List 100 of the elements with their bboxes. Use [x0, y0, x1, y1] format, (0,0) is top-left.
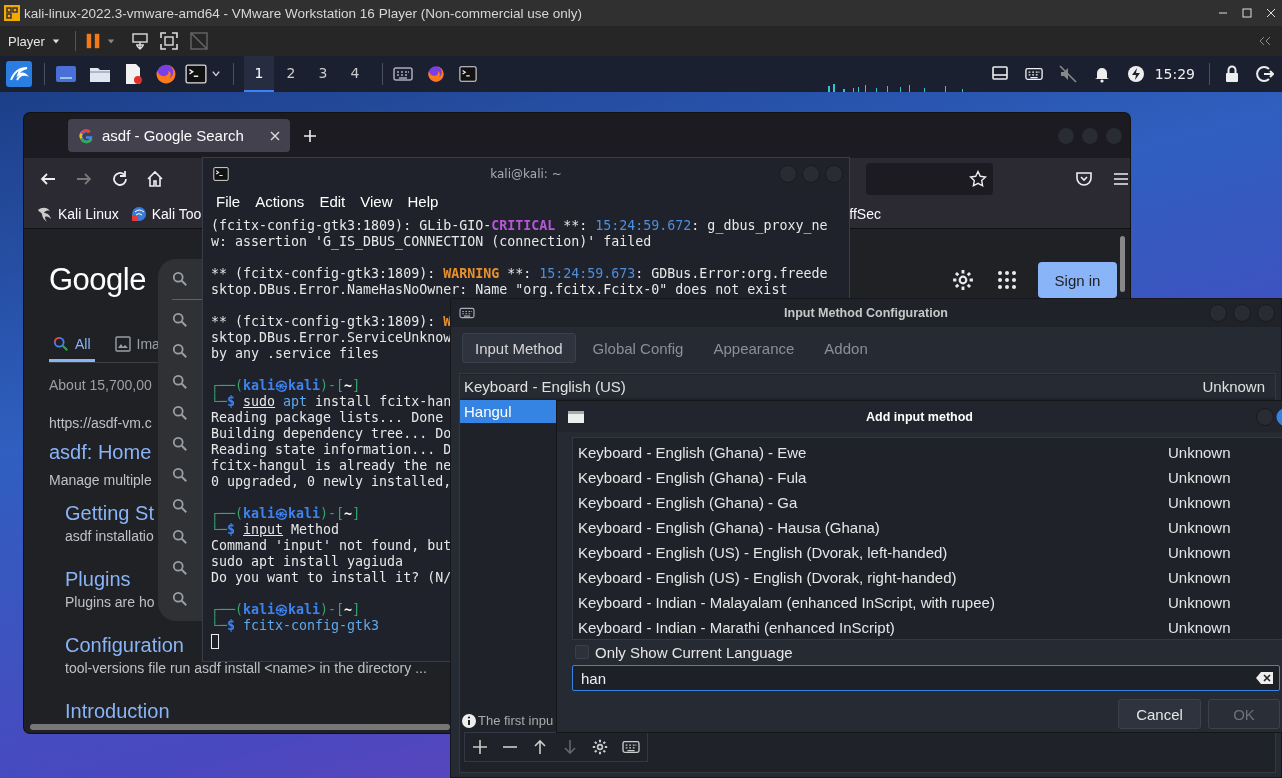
tab[interactable]: Appearance	[700, 333, 808, 363]
show-desktop-icon[interactable]	[55, 64, 77, 84]
search-icon[interactable]	[172, 467, 188, 483]
apps-icon[interactable]	[997, 270, 1017, 290]
fullscreen-icon[interactable]	[158, 31, 179, 51]
bookmark[interactable]: Kali Too	[130, 206, 202, 222]
terminal-line: (fcitx-config-gtk3:1809): GLib-GIO-CRITICAL **: 15:24:59.672: g_dbus_proxy_ne	[211, 218, 828, 234]
list-item[interactable]: Keyboard - English (US) Unknown	[460, 375, 1275, 398]
collapse-icon[interactable]	[1258, 36, 1272, 46]
caret-icon	[50, 37, 61, 45]
search-icon[interactable]	[172, 529, 188, 545]
workspace-button[interactable]: 2	[276, 56, 306, 92]
result-stats: About 15,700,00	[49, 377, 152, 393]
browser-icon[interactable]	[427, 65, 445, 83]
terminal-icon	[213, 166, 229, 182]
sitelink-title[interactable]: Introduction	[65, 699, 170, 723]
list-item[interactable]: Keyboard - English (Ghana) - Ewe Unknown	[573, 440, 1282, 465]
bookmark[interactable]: Kali Linux	[37, 206, 119, 222]
bookmark[interactable]: ffSec	[849, 206, 881, 222]
lock-icon[interactable]	[1224, 65, 1240, 83]
document-icon[interactable]	[123, 63, 143, 85]
checkbox-label: Only Show Current Language	[595, 643, 793, 661]
tab[interactable]: Global Config	[579, 333, 697, 363]
list-item[interactable]: Keyboard - English (Ghana) - Fula Unknown	[573, 465, 1282, 490]
tab[interactable]: Addon	[811, 333, 881, 363]
search-icon[interactable]	[172, 560, 188, 576]
menu-item[interactable]: File	[216, 192, 241, 210]
caret-icon[interactable]	[211, 70, 221, 78]
menu-icon[interactable]	[1112, 170, 1130, 188]
browser-icon[interactable]	[155, 63, 177, 85]
list-item[interactable]: Keyboard - English (Ghana) - Ga Unknown	[573, 490, 1282, 515]
keyboard-icon[interactable]	[393, 65, 413, 83]
terminal-line: ┌──(kali㉿kali)-[~]	[211, 506, 361, 522]
send-keys-icon[interactable]	[129, 31, 150, 51]
terminal-line: └─$ sudo apt install fcitx-han	[211, 394, 452, 410]
workspace-button[interactable]: 3	[308, 56, 338, 92]
list-item[interactable]: Keyboard - English (Ghana) - Hausa (Ghana) Unknown	[573, 515, 1282, 540]
close-icon[interactable]	[270, 130, 280, 141]
sitelink-snippet: asdf installatio	[65, 528, 154, 544]
search-icon[interactable]	[172, 343, 188, 359]
search-icon[interactable]	[172, 271, 188, 287]
terminal-icon[interactable]	[459, 65, 477, 83]
result-title[interactable]: asdf: Home	[49, 441, 152, 464]
search-icon[interactable]	[172, 374, 188, 390]
list-item[interactable]: Keyboard - Indian - Malayalam (enhanced InScript, with rupee) Unknown	[573, 590, 1282, 615]
sitelink-title[interactable]: Getting St	[65, 501, 154, 525]
workspace-button[interactable]: 4	[340, 56, 370, 92]
unity-icon[interactable]	[188, 31, 209, 51]
search-tab[interactable]: All	[49, 328, 95, 362]
close-icon[interactable]	[1266, 8, 1276, 18]
tab[interactable]: Input Method	[462, 333, 576, 363]
sign-in-button[interactable]: Sign in	[1038, 262, 1117, 298]
info-icon	[462, 713, 476, 728]
window-title: Input Method Configuration	[783, 306, 949, 320]
bolt-icon[interactable]	[1126, 65, 1145, 83]
pocket-icon[interactable]	[1075, 170, 1093, 188]
search-icon[interactable]	[172, 498, 188, 514]
list-item[interactable]: Keyboard - Indian - Marathi (enhanced InScript) Unknown	[573, 615, 1282, 640]
search-icon[interactable]	[172, 405, 188, 421]
terminal-icon[interactable]	[185, 63, 207, 85]
logout-icon[interactable]	[1256, 65, 1274, 83]
star-icon[interactable]	[969, 170, 987, 188]
search-icon[interactable]	[172, 436, 188, 452]
terminal-line: ┌──(kali㉿kali)-[~]	[211, 602, 361, 618]
display-icon[interactable]	[990, 65, 1009, 83]
list-item[interactable]: Keyboard - English (US) - English (Dvorak, left-handed) Unknown	[573, 540, 1282, 565]
search-icon[interactable]	[172, 312, 188, 328]
settings-icon[interactable]	[952, 269, 974, 291]
search-icon[interactable]	[172, 591, 188, 607]
menu-item[interactable]: Help	[407, 192, 439, 210]
keyboard-icon[interactable]	[1024, 65, 1043, 83]
dialog-button[interactable]: Cancel	[1118, 699, 1201, 729]
menu-item[interactable]: Actions	[255, 192, 305, 210]
app-menu-icon[interactable]	[6, 61, 32, 87]
search-icon	[53, 335, 69, 352]
window-button-icon[interactable]	[1276, 407, 1282, 426]
terminal-line: Reading state information... D	[211, 442, 452, 458]
workspace-button[interactable]: 1	[244, 56, 274, 92]
sitelink-title[interactable]: Plugins	[65, 567, 131, 591]
list-item[interactable]: Keyboard - English (US) - English (Dvorak, right-handed) Unknown	[573, 565, 1282, 590]
mute-icon[interactable]	[1058, 65, 1077, 83]
result-url[interactable]: https://asdf-vm.c	[49, 415, 152, 431]
terminal-line: Building dependency tree... Do	[211, 426, 452, 442]
reload-icon[interactable]	[111, 170, 129, 188]
sitelink-title[interactable]: Configuration	[65, 633, 184, 657]
browser-tab[interactable]: asdf - Google Search	[68, 119, 290, 152]
scrollbar-thumb[interactable]	[1120, 236, 1125, 292]
search-field[interactable]: han	[572, 665, 1280, 691]
window-icon	[567, 409, 585, 424]
maximize-icon[interactable]	[1242, 8, 1252, 18]
google-icon	[78, 127, 94, 144]
image-icon	[114, 335, 131, 352]
menu-item[interactable]: Edit	[319, 192, 346, 210]
new-tab-icon[interactable]	[303, 128, 317, 143]
address-bar[interactable]	[866, 163, 993, 195]
player-menu[interactable]: Player	[2, 30, 67, 52]
home-icon[interactable]	[146, 170, 164, 188]
menu-item[interactable]: View	[360, 192, 393, 210]
scrollbar-thumb[interactable]	[30, 724, 450, 730]
clear-icon[interactable]	[1256, 671, 1274, 685]
